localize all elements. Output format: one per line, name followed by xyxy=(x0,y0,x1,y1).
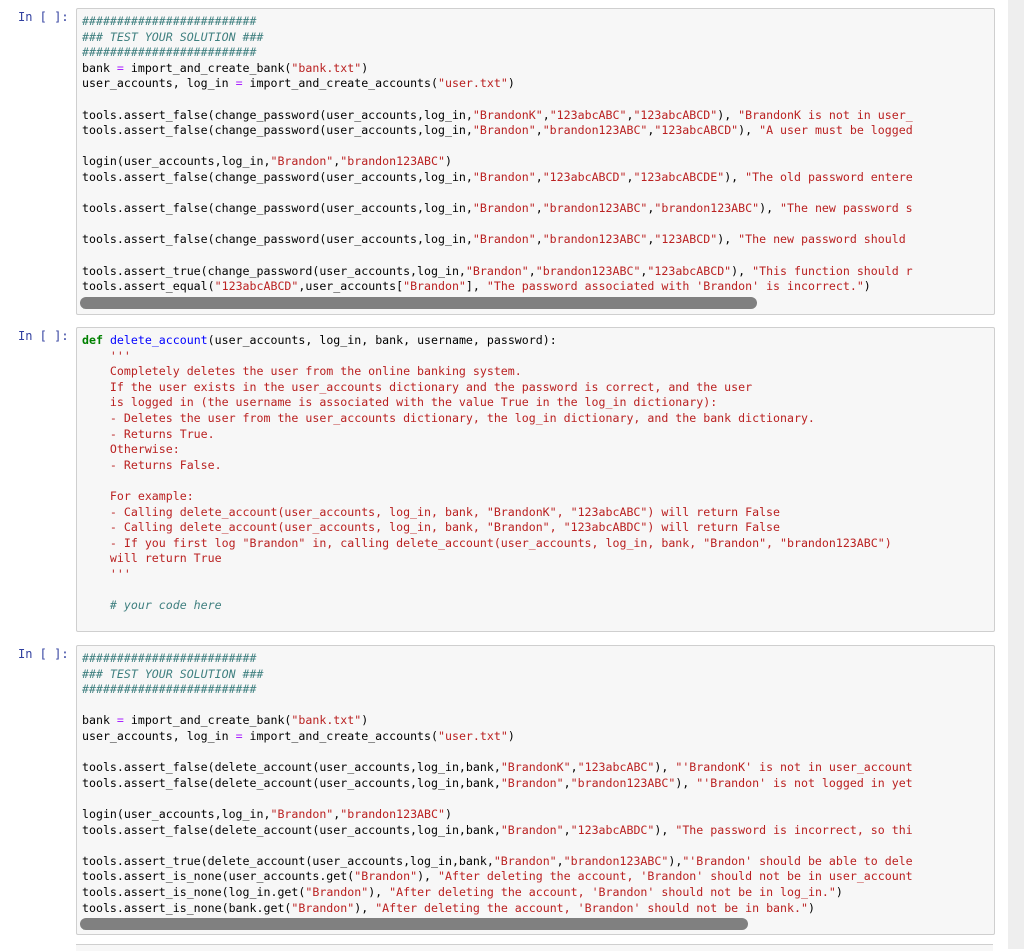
cell-prompt: In [ ]: xyxy=(18,329,69,343)
code-editor[interactable]: ######################### ### TEST YOUR … xyxy=(76,645,995,935)
code-editor[interactable]: ######################### ### TEST YOUR … xyxy=(76,8,995,315)
cell-prompt: In [ ]: xyxy=(18,647,69,661)
cell-prompt: In [ ]: xyxy=(18,10,69,24)
code-lines: ######################### ### TEST YOUR … xyxy=(82,651,913,930)
page-scrollbar[interactable] xyxy=(1008,0,1024,949)
horizontal-scrollbar[interactable] xyxy=(80,918,748,930)
code-editor[interactable]: def delete_account(user_accounts, log_in… xyxy=(76,327,995,632)
code-lines: ######################### ### TEST YOUR … xyxy=(82,14,913,309)
code-lines: def delete_account(user_accounts, log_in… xyxy=(82,333,892,613)
next-cell-edge xyxy=(76,944,993,951)
horizontal-scrollbar[interactable] xyxy=(80,297,757,309)
